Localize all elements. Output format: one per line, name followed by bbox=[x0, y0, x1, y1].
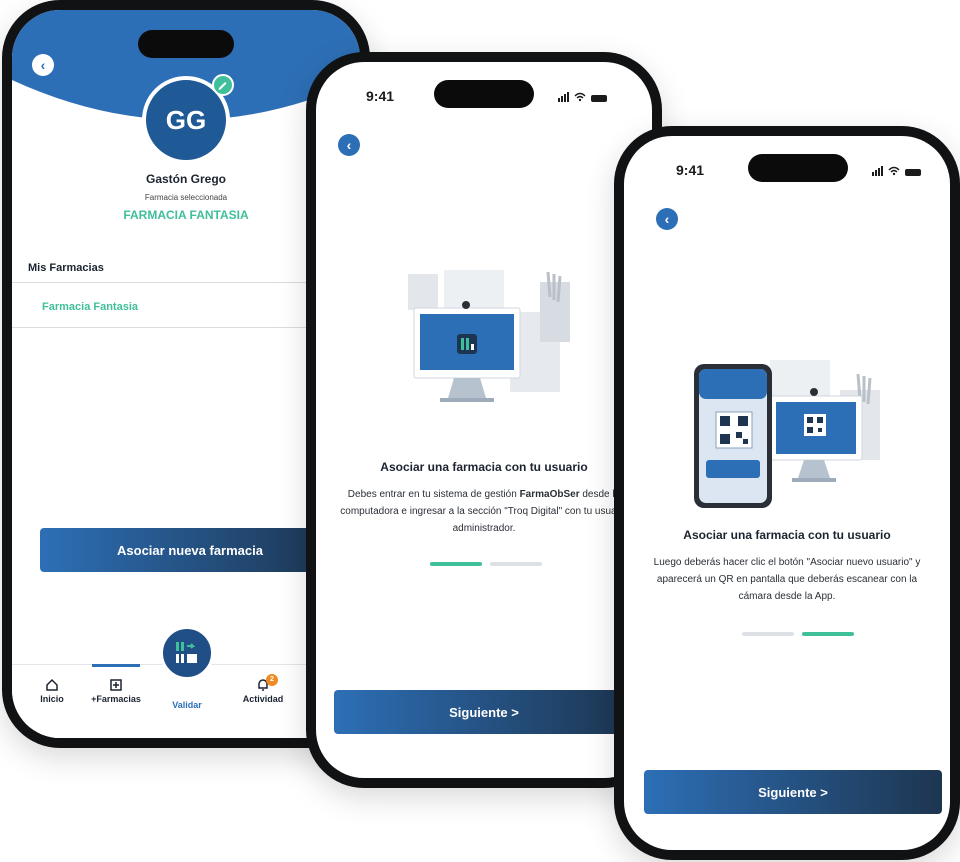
status-time: 9:41 bbox=[366, 88, 395, 104]
battery-icon bbox=[905, 169, 921, 176]
dynamic-island bbox=[138, 30, 234, 58]
onboarding-body-bold: FarmaObSer bbox=[519, 489, 580, 500]
qr-validate-icon bbox=[176, 642, 197, 663]
page-dot-1 bbox=[742, 632, 794, 636]
tab-activity[interactable]: Actividad bbox=[236, 678, 290, 704]
phone-onboarding-step2: 9:41 ‹ Asociar una farmacia con tu usuar… bbox=[614, 126, 960, 860]
tab-add-pharmacies-label: +Farmacias bbox=[91, 694, 141, 704]
onboarding-body-part1: Debes entrar en tu sistema de gestión bbox=[347, 489, 520, 500]
tab-home-label: Inicio bbox=[40, 694, 64, 704]
wifi-icon bbox=[888, 166, 900, 176]
page-indicator bbox=[742, 632, 854, 636]
add-pharmacy-icon bbox=[110, 679, 122, 691]
page-indicator bbox=[430, 562, 542, 566]
computer-illustration bbox=[408, 270, 570, 402]
battery-icon bbox=[591, 95, 607, 102]
onboarding-title: Asociar una farmacia con tu usuario bbox=[380, 460, 588, 474]
notification-badge: 2 bbox=[266, 674, 278, 686]
home-icon bbox=[46, 678, 58, 691]
back-button[interactable]: ‹ bbox=[32, 54, 54, 76]
pharmacy-list-item-label: Farmacia Fantasia bbox=[42, 301, 138, 313]
edit-avatar-button[interactable] bbox=[212, 74, 234, 96]
signal-icon bbox=[872, 166, 883, 176]
onboarding-body: Luego deberás hacer clic el botón "Asoci… bbox=[653, 557, 921, 602]
onboarding-step1-screen: 9:41 ‹ Asociar una farmacia con tu usuar… bbox=[316, 62, 652, 778]
next-button[interactable]: Siguiente > bbox=[334, 690, 634, 734]
back-button[interactable]: ‹ bbox=[338, 134, 360, 156]
page-dot-2 bbox=[490, 562, 542, 566]
dynamic-island bbox=[748, 154, 848, 182]
tab-validate-label: Validar bbox=[172, 700, 202, 710]
status-icons bbox=[872, 166, 921, 176]
wifi-icon bbox=[574, 92, 586, 102]
pencil-icon bbox=[218, 82, 227, 90]
onboarding-body: Debes entrar en tu sistema de gestión Fa… bbox=[334, 486, 634, 537]
page-dot-1-active bbox=[430, 562, 482, 566]
section-title: Mis Farmacias bbox=[28, 262, 104, 274]
qr-scan-illustration bbox=[694, 360, 880, 508]
status-icons bbox=[558, 92, 607, 102]
tab-add-pharmacies[interactable]: +Farmacias bbox=[84, 678, 148, 704]
tab-home[interactable]: Inicio bbox=[32, 678, 72, 704]
next-button[interactable]: Siguiente > bbox=[644, 770, 942, 814]
phone-onboarding-step1: 9:41 ‹ Asociar una farmacia con tu usuar… bbox=[306, 52, 662, 788]
tab-activity-label: Actividad bbox=[242, 694, 284, 704]
tab-validate[interactable]: Validar bbox=[162, 700, 212, 710]
associate-pharmacy-button[interactable]: Asociar nueva farmacia bbox=[40, 528, 340, 572]
signal-icon bbox=[558, 92, 569, 102]
tab-indicator bbox=[92, 664, 140, 667]
back-button[interactable]: ‹ bbox=[656, 208, 678, 230]
onboarding-step2-screen: 9:41 ‹ Asociar una farmacia con tu usuar… bbox=[624, 136, 950, 850]
dynamic-island bbox=[434, 80, 534, 108]
onboarding-title: Asociar una farmacia con tu usuario bbox=[683, 528, 891, 542]
avatar-initials: GG bbox=[165, 104, 207, 135]
validate-fab[interactable] bbox=[160, 626, 214, 680]
page-dot-2-active bbox=[802, 632, 854, 636]
status-time: 9:41 bbox=[676, 162, 705, 178]
